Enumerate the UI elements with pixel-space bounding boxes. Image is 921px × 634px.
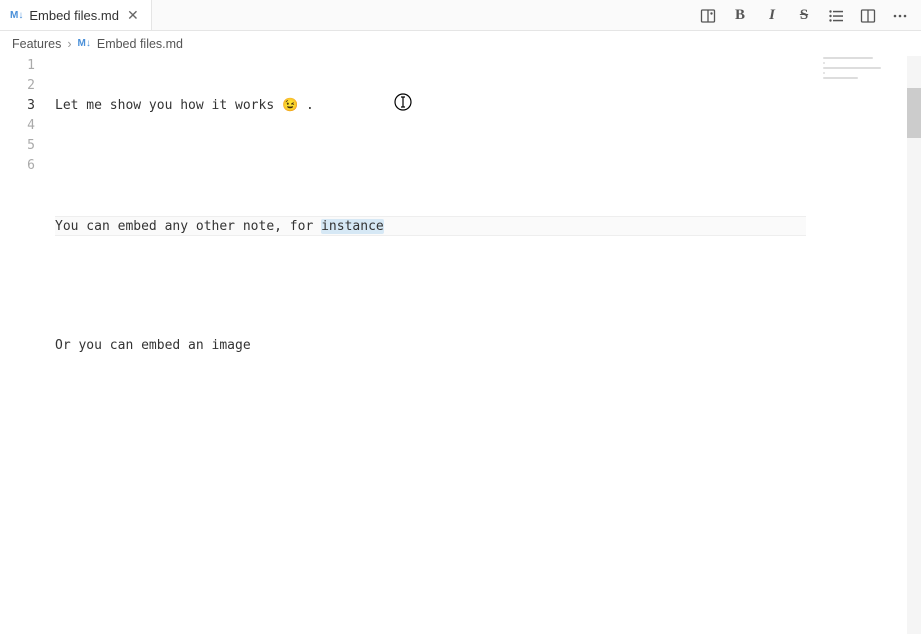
code-editor[interactable]: 1 2 3 4 5 6 Let me show you how it works… — [0, 56, 921, 456]
code-line[interactable]: Let me show you how it works 😉 . — [55, 96, 921, 116]
code-line-current[interactable]: You can embed any other note, for instan… — [55, 216, 806, 236]
minimap[interactable] — [823, 57, 903, 87]
line-number: 4 — [0, 116, 35, 136]
editor-toolbar: B I S — [699, 0, 921, 31]
code-line[interactable] — [55, 396, 921, 416]
line-number: 6 — [0, 156, 35, 176]
chevron-right-icon: › — [67, 37, 71, 51]
code-line[interactable]: Or you can embed an image — [55, 336, 921, 356]
line-number: 2 — [0, 76, 35, 96]
vertical-scrollbar[interactable] — [907, 56, 921, 634]
close-tab-icon[interactable]: ✕ — [125, 7, 141, 24]
line-numbers-gutter: 1 2 3 4 5 6 — [0, 56, 55, 456]
line-number: 5 — [0, 136, 35, 156]
tab-bar: M↓ Embed files.md ✕ B I S — [0, 0, 921, 31]
text-segment: You can embed any other note, for — [55, 219, 321, 234]
preview-toggle-icon[interactable] — [699, 7, 717, 25]
editor-tab[interactable]: M↓ Embed files.md ✕ — [0, 0, 152, 30]
minimap-line — [823, 57, 873, 59]
breadcrumb: Features › M↓ Embed files.md — [0, 31, 921, 56]
markdown-file-icon: M↓ — [78, 38, 91, 49]
breadcrumb-item-file[interactable]: Embed files.md — [97, 37, 183, 51]
bold-icon[interactable]: B — [731, 7, 749, 25]
markdown-file-icon: M↓ — [10, 10, 23, 21]
split-editor-icon[interactable] — [859, 7, 877, 25]
selected-word[interactable]: instance — [321, 219, 384, 234]
minimap-line — [823, 72, 825, 74]
italic-icon[interactable]: I — [763, 7, 781, 25]
list-icon[interactable] — [827, 7, 845, 25]
breadcrumb-item-folder[interactable]: Features — [12, 37, 61, 51]
strikethrough-icon[interactable]: S — [795, 7, 813, 25]
line-number: 3 — [0, 96, 35, 116]
editor-content[interactable]: Let me show you how it works 😉 . You can… — [55, 56, 921, 456]
minimap-line — [823, 62, 825, 64]
minimap-line — [823, 77, 858, 79]
code-line[interactable] — [55, 156, 921, 176]
more-actions-icon[interactable] — [891, 7, 909, 25]
minimap-line — [823, 67, 881, 69]
code-line[interactable] — [55, 276, 921, 296]
tab-filename: Embed files.md — [29, 8, 119, 23]
scrollbar-thumb[interactable] — [907, 88, 921, 138]
line-number: 1 — [0, 56, 35, 76]
